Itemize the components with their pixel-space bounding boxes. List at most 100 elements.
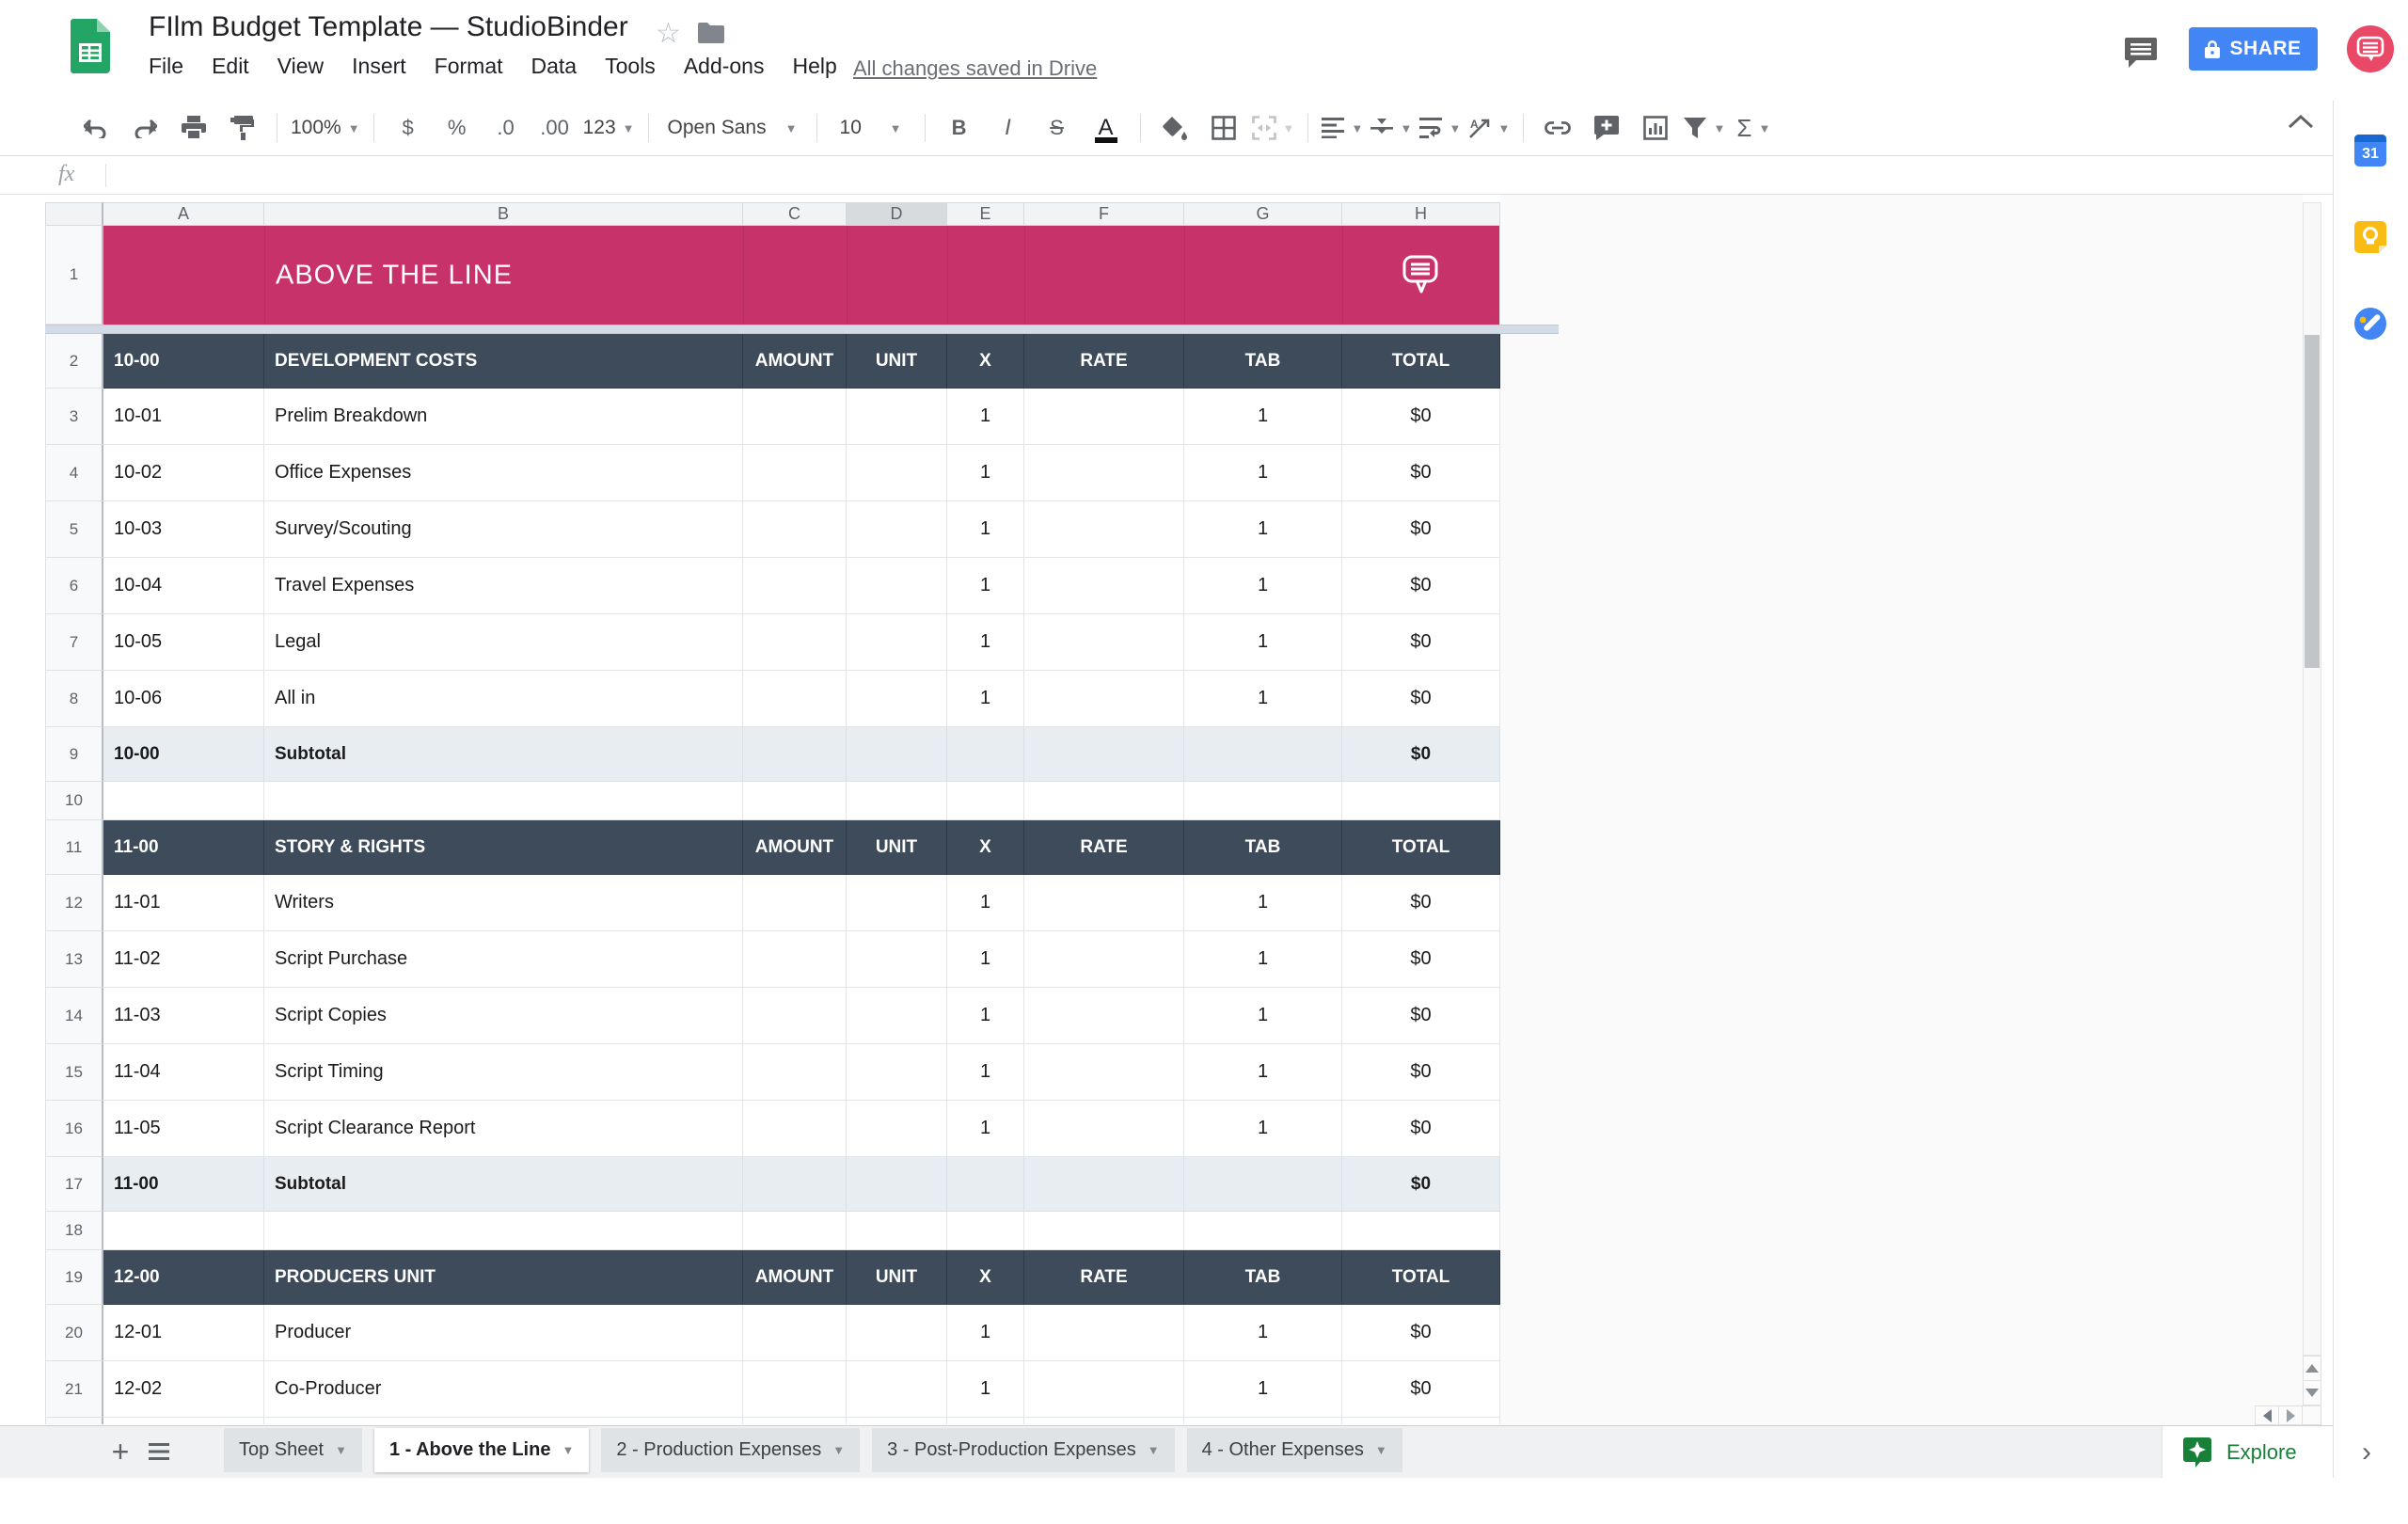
menu-add-ons[interactable]: Add-ons (684, 54, 765, 79)
cell-C14[interactable] (743, 988, 847, 1044)
cell-H13[interactable]: $0 (1342, 931, 1500, 988)
cell-A21[interactable]: 12-02 (103, 1361, 264, 1418)
scroll-right-button[interactable] (2278, 1405, 2303, 1425)
google-sheets-logo-icon[interactable] (71, 19, 110, 73)
cell-D17[interactable] (847, 1157, 947, 1212)
cell-H19[interactable]: TOTAL (1342, 1250, 1500, 1305)
document-title[interactable]: FIlm Budget Template — StudioBinder (149, 11, 628, 43)
cell-C7[interactable] (743, 614, 847, 671)
explore-button[interactable]: Explore (2162, 1426, 2333, 1478)
cell-D20[interactable] (847, 1305, 947, 1361)
cell-F2[interactable]: RATE (1024, 334, 1184, 389)
vertical-scrollbar-thumb[interactable] (2305, 335, 2320, 668)
cell-A12[interactable]: 11-01 (103, 875, 264, 931)
cell-H6[interactable]: $0 (1342, 558, 1500, 614)
cell-H5[interactable]: $0 (1342, 501, 1500, 558)
cell-D2[interactable]: UNIT (847, 334, 947, 389)
cell-G14[interactable]: 1 (1184, 988, 1342, 1044)
cell-E16[interactable]: 1 (947, 1101, 1024, 1157)
save-status[interactable]: All changes saved in Drive (853, 56, 1097, 81)
print-button[interactable] (173, 107, 214, 149)
cell-E21[interactable]: 1 (947, 1361, 1024, 1418)
row-header-15[interactable]: 15 (45, 1044, 103, 1101)
cell-H11[interactable]: TOTAL (1342, 820, 1500, 875)
row-header-19[interactable]: 19 (45, 1250, 103, 1305)
cell-D21[interactable] (847, 1361, 947, 1418)
row-header-20[interactable]: 20 (45, 1305, 103, 1361)
google-calendar-icon[interactable]: 31 (2354, 135, 2386, 167)
menu-insert[interactable]: Insert (352, 54, 406, 79)
cell-C13[interactable] (743, 931, 847, 988)
row-header-11[interactable]: 11 (45, 820, 103, 875)
cell-F3[interactable] (1024, 389, 1184, 445)
cell-G4[interactable]: 1 (1184, 445, 1342, 501)
cell-D5[interactable] (847, 501, 947, 558)
cell-G21[interactable]: 1 (1184, 1361, 1342, 1418)
select-all-corner[interactable] (45, 202, 103, 226)
cell-F12[interactable] (1024, 875, 1184, 931)
row-header-8[interactable]: 8 (45, 671, 103, 727)
cell-D[interactable] (847, 1418, 947, 1424)
sheet-tab-2-production-expenses[interactable]: 2 - Production Expenses▼ (601, 1428, 860, 1472)
sheet-tab-top-sheet[interactable]: Top Sheet▼ (224, 1428, 362, 1472)
cell-B10[interactable] (264, 782, 743, 820)
cell-C18[interactable] (743, 1212, 847, 1250)
column-header-D[interactable]: D (847, 202, 947, 226)
cell-A4[interactable]: 10-02 (103, 445, 264, 501)
insert-link-button[interactable] (1537, 107, 1578, 149)
cell-A10[interactable] (103, 782, 264, 820)
cell-C4[interactable] (743, 445, 847, 501)
row-header-14[interactable]: 14 (45, 988, 103, 1044)
cell-F17[interactable] (1024, 1157, 1184, 1212)
cell-G2[interactable]: TAB (1184, 334, 1342, 389)
cell-B14[interactable]: Script Copies (264, 988, 743, 1044)
row-header-partial[interactable] (45, 1418, 103, 1424)
menu-format[interactable]: Format (435, 54, 503, 79)
cell-C11[interactable]: AMOUNT (743, 820, 847, 875)
cell-G15[interactable]: 1 (1184, 1044, 1342, 1101)
cell-G16[interactable]: 1 (1184, 1101, 1342, 1157)
cell-F19[interactable]: RATE (1024, 1250, 1184, 1305)
font-size-select[interactable]: 10▼ (831, 107, 911, 149)
merge-cells-button[interactable]: ▼ (1252, 107, 1295, 149)
add-sheet-button[interactable]: + (102, 1426, 139, 1477)
cell-C[interactable] (743, 1418, 847, 1424)
cell-G5[interactable]: 1 (1184, 501, 1342, 558)
cell-G7[interactable]: 1 (1184, 614, 1342, 671)
menu-edit[interactable]: Edit (212, 54, 249, 79)
cell-C20[interactable] (743, 1305, 847, 1361)
cell-H14[interactable]: $0 (1342, 988, 1500, 1044)
cell-C19[interactable]: AMOUNT (743, 1250, 847, 1305)
row-header-21[interactable]: 21 (45, 1361, 103, 1418)
cell-B9[interactable]: Subtotal (264, 727, 743, 782)
cell-B7[interactable]: Legal (264, 614, 743, 671)
cell-C5[interactable] (743, 501, 847, 558)
formula-input[interactable] (122, 156, 2286, 194)
cell-A[interactable] (103, 1418, 264, 1424)
cell-G8[interactable]: 1 (1184, 671, 1342, 727)
cell-A18[interactable] (103, 1212, 264, 1250)
row-header-9[interactable]: 9 (45, 727, 103, 782)
sheet-tab-menu-caret[interactable]: ▼ (832, 1443, 845, 1457)
cell-F11[interactable]: RATE (1024, 820, 1184, 875)
row-header-18[interactable]: 18 (45, 1212, 103, 1250)
cell-C12[interactable] (743, 875, 847, 931)
increase-decimal-button[interactable]: .00 (534, 107, 576, 149)
cell-B[interactable] (264, 1418, 743, 1424)
cell-G20[interactable]: 1 (1184, 1305, 1342, 1361)
menu-file[interactable]: File (149, 54, 183, 79)
scroll-up-button[interactable] (2303, 1356, 2321, 1381)
account-avatar[interactable] (2347, 25, 2394, 72)
cell-A13[interactable]: 11-02 (103, 931, 264, 988)
fill-color-button[interactable] (1154, 107, 1196, 149)
cell-E3[interactable]: 1 (947, 389, 1024, 445)
cell-E15[interactable]: 1 (947, 1044, 1024, 1101)
redo-button[interactable] (124, 107, 166, 149)
row-header-16[interactable]: 16 (45, 1101, 103, 1157)
row-header-2[interactable]: 2 (45, 334, 103, 389)
cell-D15[interactable] (847, 1044, 947, 1101)
cell-A16[interactable]: 11-05 (103, 1101, 264, 1157)
cell-F[interactable] (1024, 1418, 1184, 1424)
cell-C21[interactable] (743, 1361, 847, 1418)
insert-comment-button[interactable] (1586, 107, 1627, 149)
